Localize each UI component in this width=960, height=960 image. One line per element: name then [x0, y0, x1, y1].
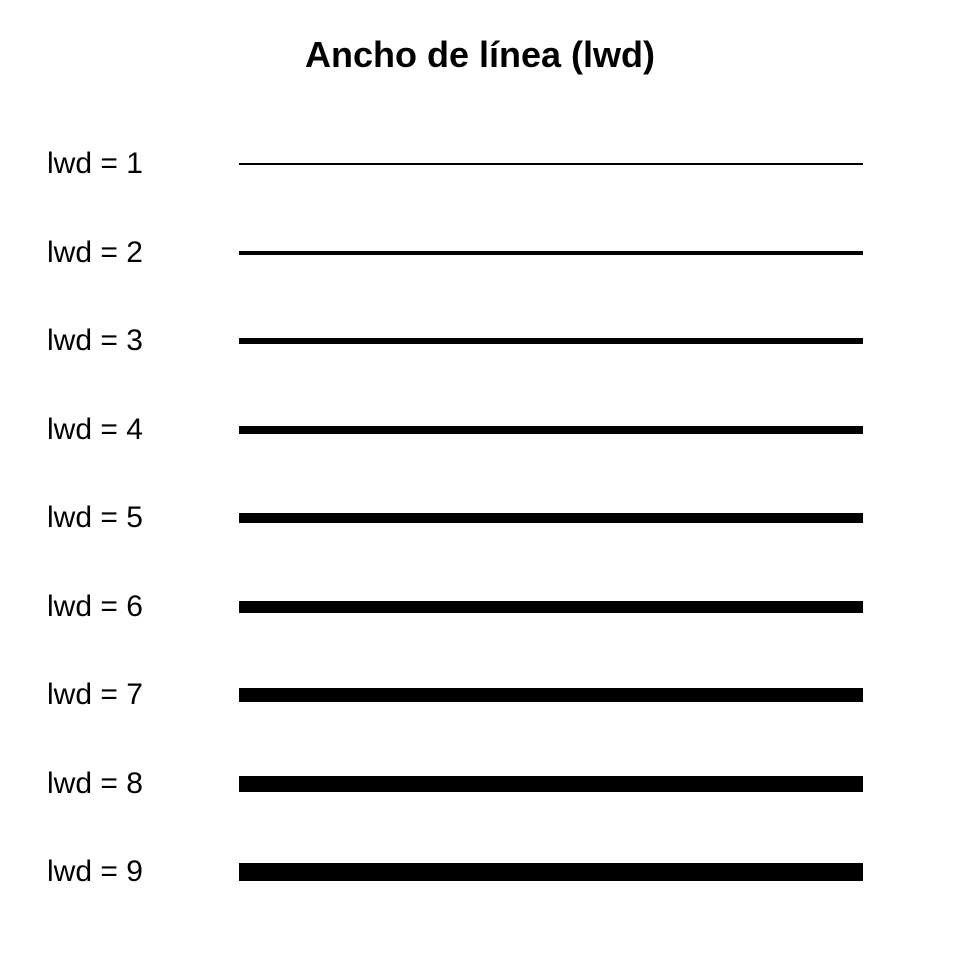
row-label: lwd = 3 [47, 324, 143, 357]
sample-line [239, 863, 863, 881]
sample-line [239, 688, 863, 702]
sample-line [239, 163, 863, 165]
sample-line [239, 600, 863, 613]
sample-line [239, 338, 863, 344]
row-label: lwd = 7 [47, 678, 143, 711]
row-label: lwd = 6 [47, 589, 143, 623]
row-label: lwd = 4 [47, 412, 143, 446]
sample-line [239, 513, 863, 523]
row-label: lwd = 5 [47, 501, 143, 534]
row-label: lwd = 8 [47, 766, 143, 800]
row-label: lwd = 1 [47, 147, 143, 180]
row-label: lwd = 2 [47, 235, 143, 269]
line-width-rows: lwd = 1 lwd = 2 lwd = 3 lwd = 4 lwd = 5 … [0, 0, 960, 960]
sample-line [239, 425, 863, 434]
sample-line [239, 775, 863, 792]
row-label: lwd = 9 [47, 855, 143, 888]
sample-line [239, 250, 863, 255]
